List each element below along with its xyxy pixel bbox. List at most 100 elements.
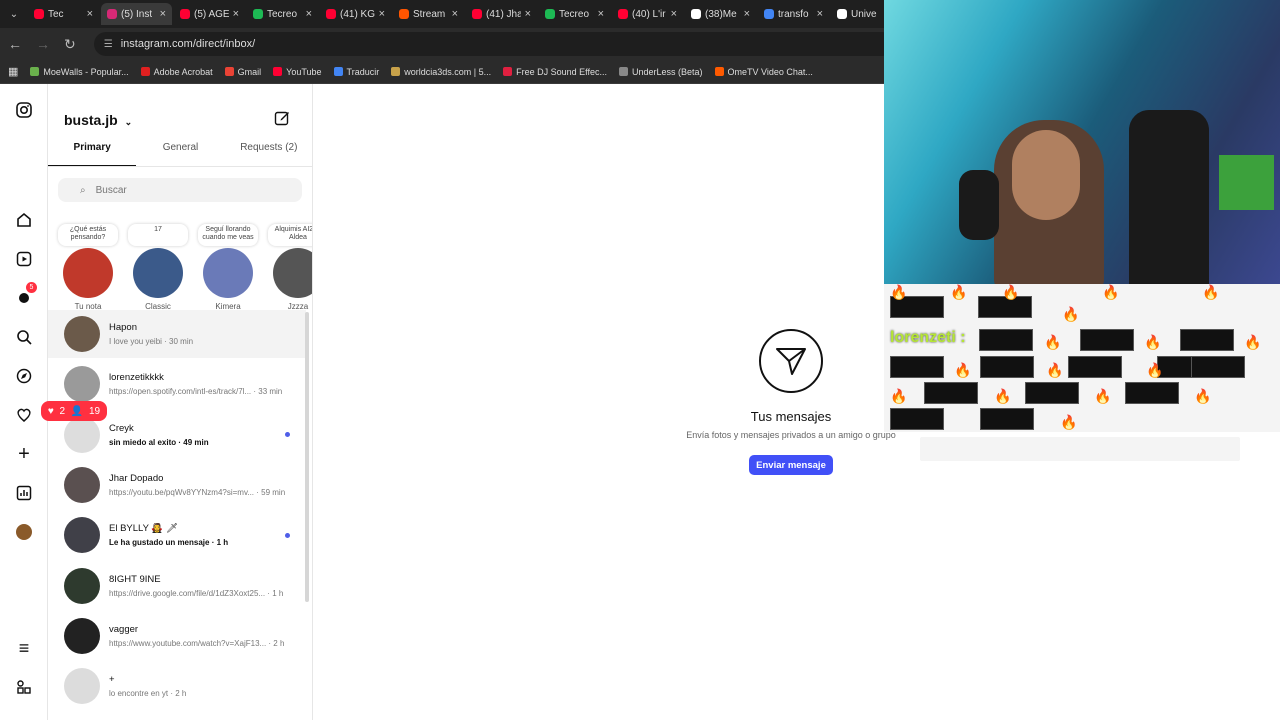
apps-grid-icon[interactable]: ▦ [8, 65, 18, 78]
fire-emote-icon: 🔥 [890, 284, 908, 300]
note-bubble: 17 [128, 224, 188, 246]
fire-emote-icon: 🔥 [1060, 414, 1078, 430]
bookmark-item[interactable]: Traducir [333, 67, 379, 77]
followers-person-icon: 👤 [70, 405, 84, 417]
heart-icon[interactable] [14, 405, 34, 425]
chat-emote [890, 408, 944, 430]
tab-close-icon[interactable]: × [744, 8, 750, 20]
meta-apps-icon[interactable] [14, 677, 34, 697]
chat-emote [1180, 329, 1234, 351]
search-icon[interactable] [14, 327, 34, 347]
stream-chat-overlay: lorenzeti : 🔥 🔥 🔥 🔥 🔥 🔥 🔥 🔥 🔥 🔥 🔥 🔥 🔥 🔥 🔥 🔥 🔥 [884, 284, 1280, 432]
chat-username: lorenzeti : [890, 329, 966, 346]
bookmark-label: worldcia3ds.com | 5... [404, 66, 492, 77]
tab-general[interactable]: General [136, 142, 224, 166]
explore-icon[interactable] [14, 366, 34, 386]
tab-close-icon[interactable]: × [598, 8, 604, 20]
browser-tab[interactable]: Tecreo × [247, 3, 318, 25]
reload-icon[interactable]: ↻ [64, 36, 76, 53]
thread-row[interactable]: 8IGHT 9INE https://drive.google.com/file/… [48, 562, 306, 610]
bookmark-item[interactable]: UnderLess (Beta) [619, 67, 703, 77]
browser-tab[interactable]: (41) Jha × [466, 3, 537, 25]
thread-name: vagger [109, 623, 139, 635]
site-info-icon[interactable]: ☰ [104, 39, 113, 50]
instagram-logo-icon[interactable] [14, 100, 34, 120]
browser-tab[interactable]: Tecreo × [539, 3, 610, 25]
bookmark-item[interactable]: Adobe Acrobat [140, 66, 213, 77]
note-item[interactable]: Alquimis AI2 El AldeaJzzza [268, 224, 312, 311]
tab-title: (38)Me [705, 8, 737, 20]
fire-emote-icon: 🔥 [1094, 388, 1112, 404]
browser-tab[interactable]: (38)Me × [685, 3, 756, 25]
forward-icon[interactable]: → [36, 36, 50, 52]
browser-tab[interactable]: Tec × [28, 3, 99, 25]
bookmark-item[interactable]: MoeWalls - Popular... [30, 67, 129, 77]
tab-search-icon[interactable]: ⌄ [0, 0, 28, 28]
browser-tab[interactable]: (5) AGE × [174, 3, 245, 25]
bookmark-item[interactable]: worldcia3ds.com | 5... [391, 67, 491, 77]
bookmark-label: Adobe Acrobat [153, 66, 213, 77]
tab-close-icon[interactable]: × [160, 8, 166, 20]
tab-close-icon[interactable]: × [233, 8, 239, 20]
bookmark-item[interactable]: YouTube [273, 67, 322, 77]
bookmark-item[interactable]: Gmail [224, 67, 261, 77]
bookmark-favicon-icon [273, 67, 283, 76]
thread-row[interactable]: Jhar Dopado https://youtu.be/pqWv8YYNzm4?… [48, 461, 306, 509]
url-bar[interactable]: ☰ instagram.com/direct/inbox/ [93, 32, 894, 56]
thread-list-scrollbar[interactable] [305, 312, 309, 602]
browser-tab[interactable]: (41) KG × [320, 3, 391, 25]
note-item[interactable]: Seguí llorando cuando me veas Kimera [198, 224, 258, 311]
faded-chat-line [920, 437, 1240, 461]
thread-avatar [64, 617, 100, 654]
create-icon[interactable]: + [14, 443, 34, 465]
reels-icon[interactable] [14, 249, 34, 269]
bookmark-item[interactable]: Free DJ Sound Effec... [503, 67, 607, 77]
chat-emote [1080, 329, 1134, 351]
browser-tab[interactable]: (5) Inst × [101, 3, 172, 25]
tab-close-icon[interactable]: × [87, 8, 93, 20]
tab-close-icon[interactable]: × [525, 8, 531, 20]
thread-row[interactable]: vagger https://www.youtube.com/watch?v=Xa… [48, 612, 306, 660]
profile-avatar[interactable] [14, 522, 34, 542]
note-avatar [133, 248, 183, 298]
search-input[interactable]: ⌕ Buscar [58, 178, 302, 202]
fire-emote-icon: 🔥 [954, 362, 972, 378]
bookmark-favicon-icon [503, 67, 513, 76]
thread-row[interactable]: El BYLLY 🧛‍♀️ 🗡 Le ha gustado un mensaje … [48, 511, 306, 559]
browser-tab[interactable]: (40) L'ir × [612, 3, 683, 25]
fire-emote-icon: 🔥 [1244, 334, 1262, 350]
threads-icon[interactable]: 5 [14, 282, 37, 308]
thread-row[interactable]: Hapon I love you yeibi · 30 min [48, 310, 306, 358]
browser-tab[interactable]: Stream × [393, 3, 464, 25]
account-switcher[interactable]: busta.jb ⌄ [64, 112, 132, 128]
note-item[interactable]: ¿Qué estás pensando? Tu nota [58, 224, 118, 311]
thread-avatar [64, 466, 100, 503]
activity-notification-pill[interactable]: ♥ 2 👤 19 [41, 401, 107, 421]
thread-avatar [64, 668, 100, 705]
bookmarks-list: MoeWalls - Popular... Adobe Acrobat Gmail Y… [30, 67, 813, 77]
tab-close-icon[interactable]: × [306, 8, 312, 20]
fire-emote-icon: 🔥 [1194, 388, 1212, 404]
note-item[interactable]: 17 Classic [128, 224, 188, 311]
send-message-button[interactable]: Enviar mensaje [749, 455, 833, 475]
bookmark-item[interactable]: OmeTV Video Chat... [714, 67, 813, 77]
tab-close-icon[interactable]: × [817, 8, 823, 20]
more-menu-icon[interactable]: ≡ [14, 638, 34, 658]
back-icon[interactable]: ← [8, 36, 22, 52]
tab-requests[interactable]: Requests (2) [225, 142, 312, 166]
tab-favicon-icon [691, 9, 701, 19]
paper-plane-icon [759, 329, 823, 393]
new-message-icon[interactable] [274, 110, 290, 131]
bookmark-favicon-icon [224, 67, 234, 76]
thread-preview: https://open.spotify.com/intl-es/track/7… [109, 387, 283, 397]
tab-primary[interactable]: Primary [48, 142, 137, 166]
dashboard-icon[interactable] [14, 483, 34, 503]
home-icon[interactable] [14, 210, 34, 230]
tab-close-icon[interactable]: × [452, 8, 458, 20]
tab-close-icon[interactable]: × [379, 8, 385, 20]
chat-emote [1125, 382, 1179, 404]
thread-row[interactable]: + lo encontre en yt · 2 h [48, 662, 306, 710]
browser-tab[interactable]: transfo × [758, 3, 829, 25]
tab-close-icon[interactable]: × [671, 8, 677, 20]
conversation-area: Tus mensajes Envía fotos y mensajes priv… [313, 84, 896, 720]
